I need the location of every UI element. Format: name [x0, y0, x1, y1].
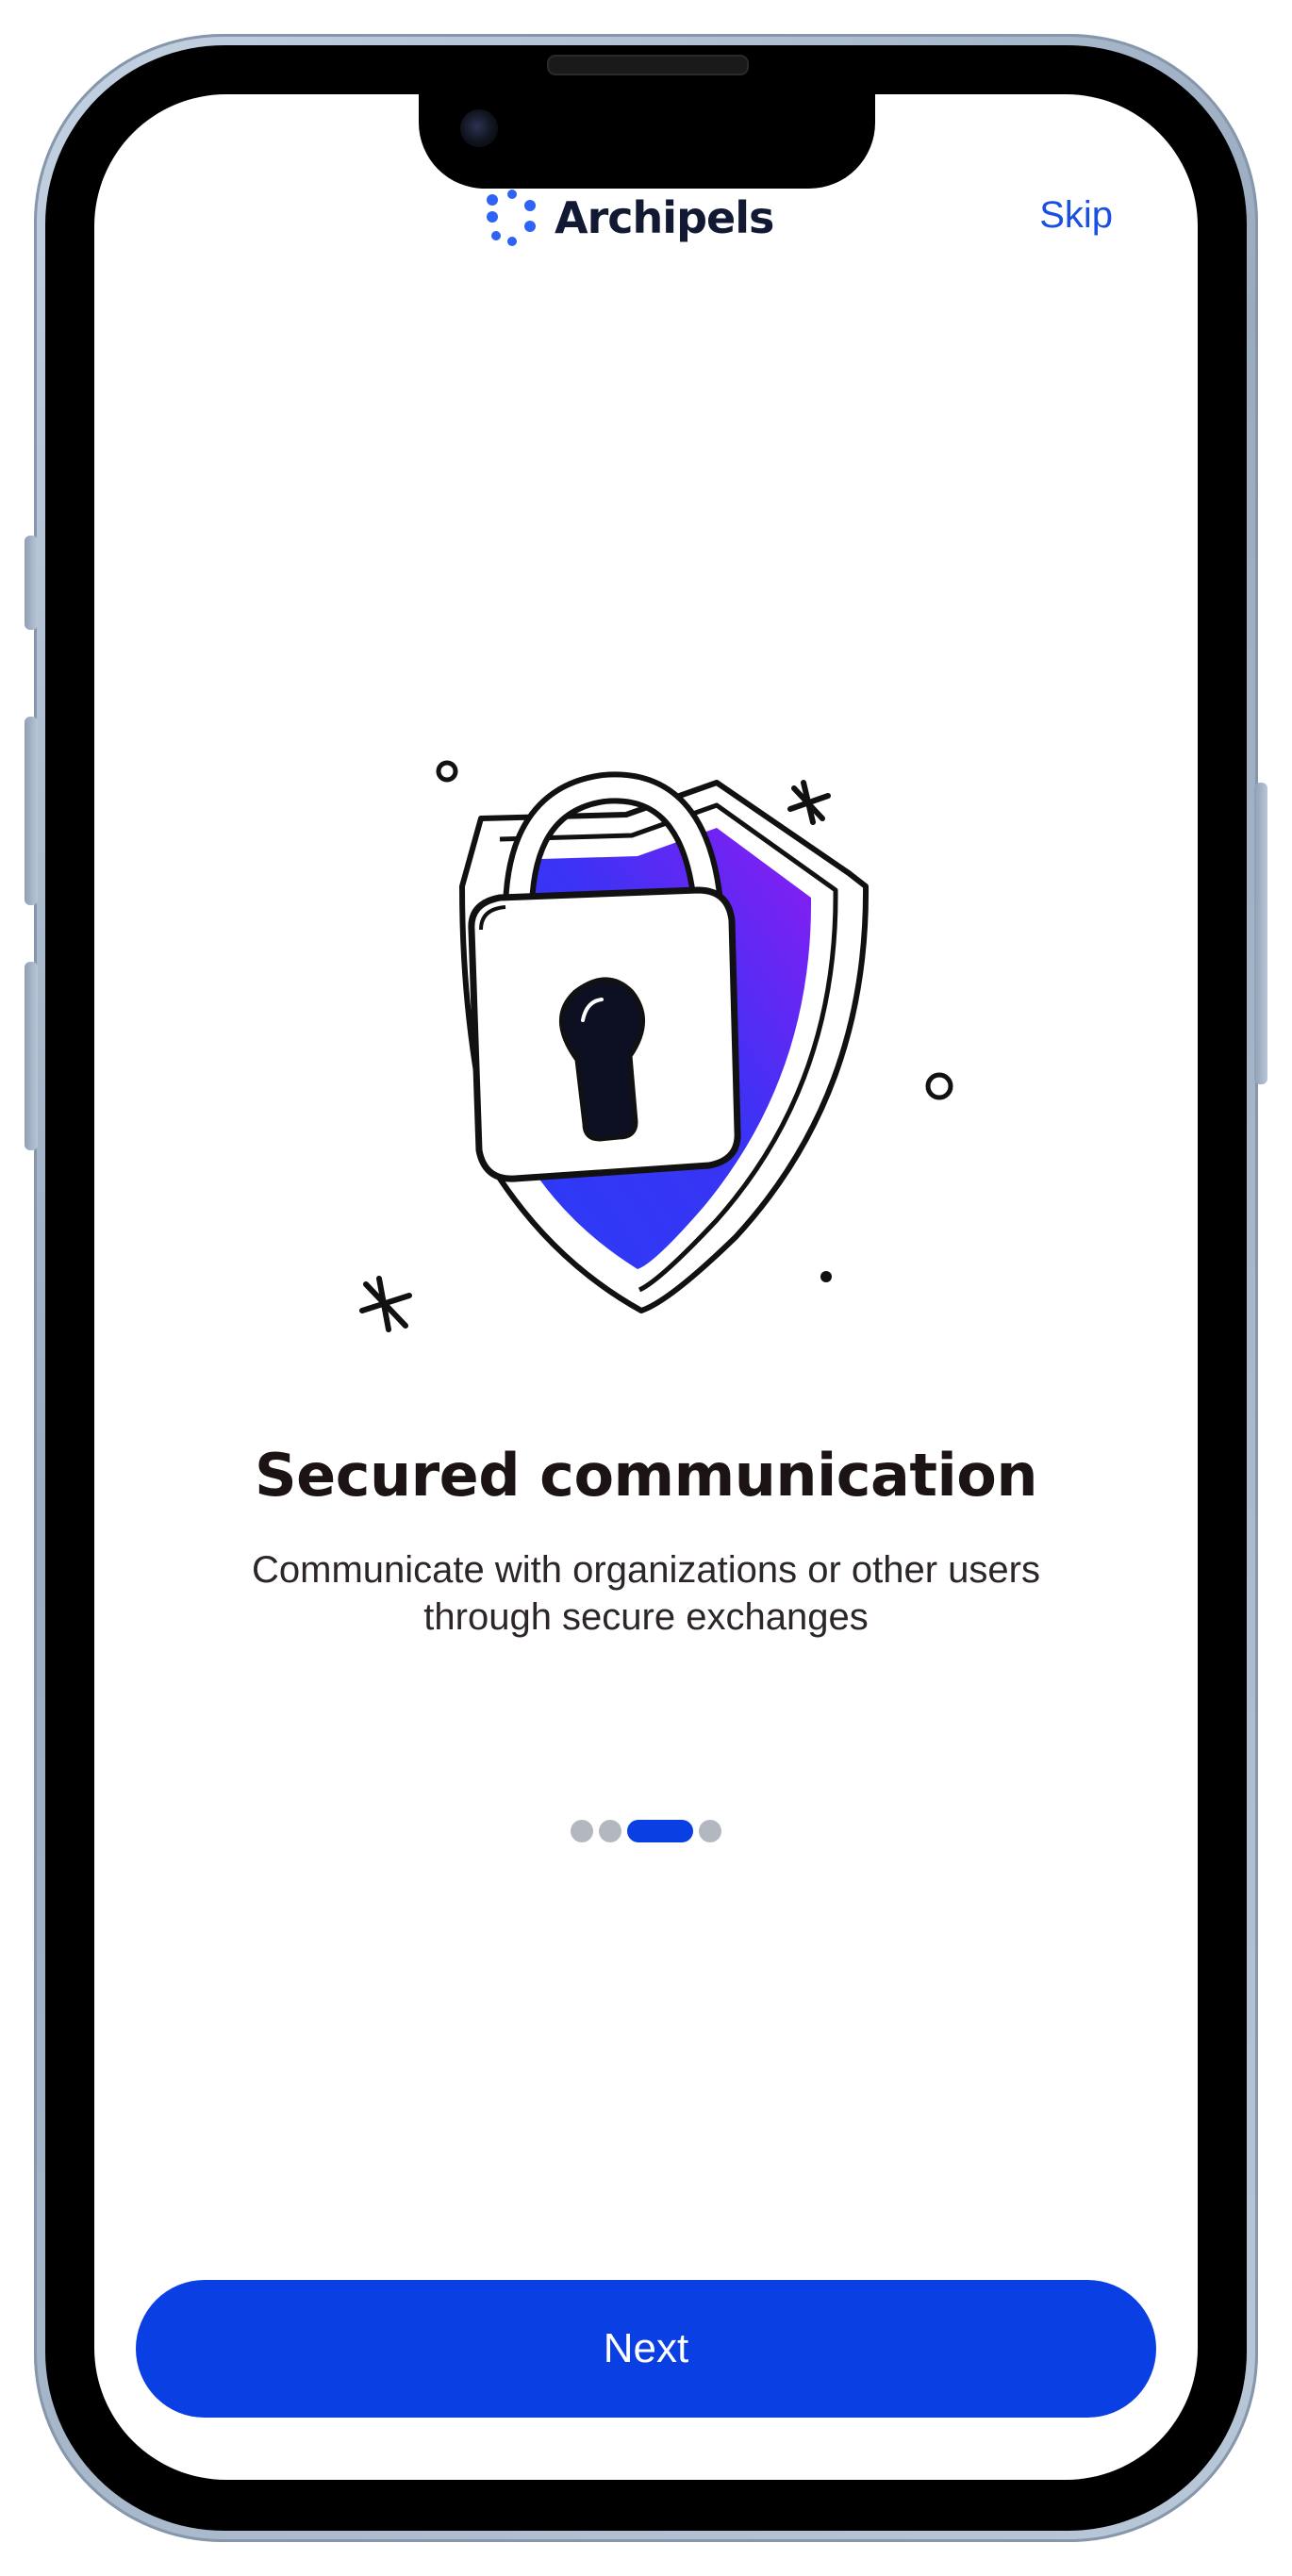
- archipels-logo-icon: [487, 190, 536, 246]
- mute-switch: [25, 536, 38, 630]
- page-indicator: [94, 1820, 1198, 1842]
- volume-up-button: [25, 717, 38, 905]
- onboarding-title: Secured communication: [255, 1441, 1037, 1510]
- skip-button[interactable]: Skip: [1039, 194, 1113, 237]
- earpiece-speaker: [547, 55, 749, 75]
- app-screen: Archipels Skip Secured communication Com…: [94, 94, 1198, 2480]
- subtitle-line-1: Communicate with organizations or other …: [252, 1549, 1040, 1591]
- onboarding-subtitle: Communicate with organizations or other …: [236, 1546, 1056, 1641]
- page-dot[interactable]: [699, 1820, 721, 1842]
- brand-name: Archipels: [555, 192, 774, 243]
- page-dot[interactable]: [571, 1820, 593, 1842]
- page-dot-active[interactable]: [627, 1820, 693, 1842]
- power-button: [1254, 783, 1267, 1084]
- front-camera: [460, 109, 498, 147]
- sparkle-icon: [359, 1276, 412, 1332]
- device-stage: Archipels Skip Secured communication Com…: [0, 0, 1292, 2576]
- volume-down-button: [25, 962, 38, 1150]
- shield-lock-icon: [359, 760, 953, 1332]
- page-dot[interactable]: [599, 1820, 621, 1842]
- brand-logo: Archipels: [483, 185, 774, 251]
- next-button[interactable]: Next: [136, 2280, 1156, 2418]
- sparkle-icon: [787, 780, 831, 825]
- subtitle-line-2: through secure exchanges: [423, 1596, 869, 1638]
